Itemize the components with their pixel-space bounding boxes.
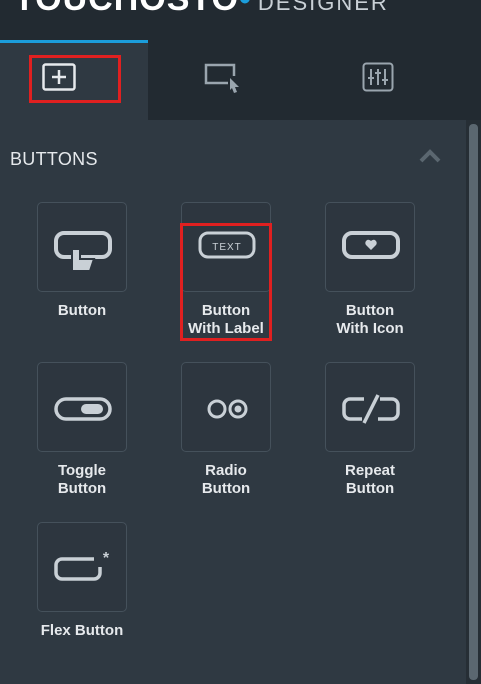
tab-properties[interactable] [296, 40, 444, 120]
repeat-button-tile[interactable] [325, 362, 415, 452]
app-logo: TOUCHOSTO•DESIGNER [14, 0, 389, 19]
heart-button-icon [342, 231, 400, 259]
tap-button-icon [54, 231, 112, 272]
flex-button-icon: * [54, 550, 110, 581]
app-header: TOUCHOSTO•DESIGNER [0, 0, 481, 40]
brand-main: TOUCHOSTO [14, 0, 239, 18]
button-with-icon-label: Button With Icon [336, 302, 404, 337]
repeat-slash-icon [342, 394, 400, 424]
section-title: BUTTONS [10, 149, 98, 169]
toggle-button-label: Toggle Button [57, 462, 107, 497]
scroll-thumb[interactable] [469, 124, 478, 680]
toggle-button-tile[interactable] [37, 362, 127, 452]
flex-button-label: Flex Button [40, 622, 124, 639]
chevron-up-icon[interactable] [418, 148, 442, 164]
radio-icon [207, 399, 248, 419]
select-cursor-icon [204, 63, 239, 93]
button-with-icon-tile[interactable] [325, 202, 415, 292]
sliders-icon [362, 62, 394, 92]
section-header[interactable]: BUTTONS [0, 120, 465, 196]
flex-button-tile[interactable]: * [37, 522, 127, 612]
radio-button-label: Radio Button [201, 462, 251, 497]
tab-select-element[interactable] [148, 40, 296, 120]
button-label: Button [57, 302, 107, 319]
brand-sub: DESIGNER [257, 0, 389, 15]
radio-button-tile[interactable] [181, 362, 271, 452]
highlight-button-with-label [180, 223, 272, 341]
svg-text:*: * [103, 550, 110, 567]
button-tile[interactable] [37, 202, 127, 292]
repeat-button-label: Repeat Button [344, 462, 396, 497]
toggle-icon [54, 397, 112, 421]
highlight-tab-add [29, 55, 121, 103]
scrollbar[interactable] [466, 120, 481, 684]
